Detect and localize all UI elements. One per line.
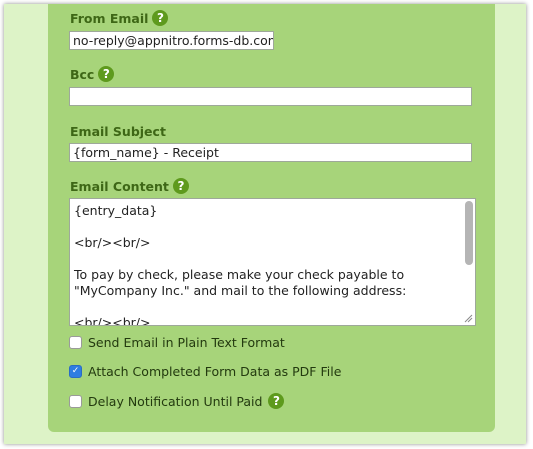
email-subject-label: Email Subject [70,124,166,139]
plain-text-option[interactable]: Send Email in Plain Text Format [69,335,285,350]
help-icon[interactable]: ? [98,66,115,82]
check-icon: ✓ [71,366,80,376]
email-subject-field[interactable]: {form_name} - Receipt [69,143,472,162]
attach-pdf-option[interactable]: ✓ Attach Completed Form Data as PDF File [69,364,341,379]
help-icon[interactable]: ? [268,393,285,409]
delay-notification-checkbox[interactable] [69,394,82,408]
attach-pdf-checkbox[interactable]: ✓ [69,365,82,378]
delay-notification-option[interactable]: Delay Notification Until Paid ? [69,393,285,409]
window-frame: From Email ? no-reply@appnitro.forms-db.… [4,4,526,444]
from-email-field[interactable]: no-reply@appnitro.forms-db.com [69,31,274,50]
plain-text-checkbox[interactable] [69,336,82,349]
help-icon[interactable]: ? [152,10,169,26]
bcc-label: Bcc ? [70,66,115,82]
email-content-text: {entry_data} <br/><br/> To pay by check,… [74,203,407,326]
resize-grip-icon[interactable] [463,313,473,323]
scrollbar-thumb[interactable] [465,201,473,265]
bcc-field[interactable] [69,87,472,106]
email-settings-panel: From Email ? no-reply@appnitro.forms-db.… [48,4,495,432]
from-email-label: From Email ? [70,10,169,26]
email-content-textarea[interactable]: {entry_data} <br/><br/> To pay by check,… [69,198,476,326]
email-content-label: Email Content ? [70,178,189,194]
help-icon[interactable]: ? [172,178,189,194]
